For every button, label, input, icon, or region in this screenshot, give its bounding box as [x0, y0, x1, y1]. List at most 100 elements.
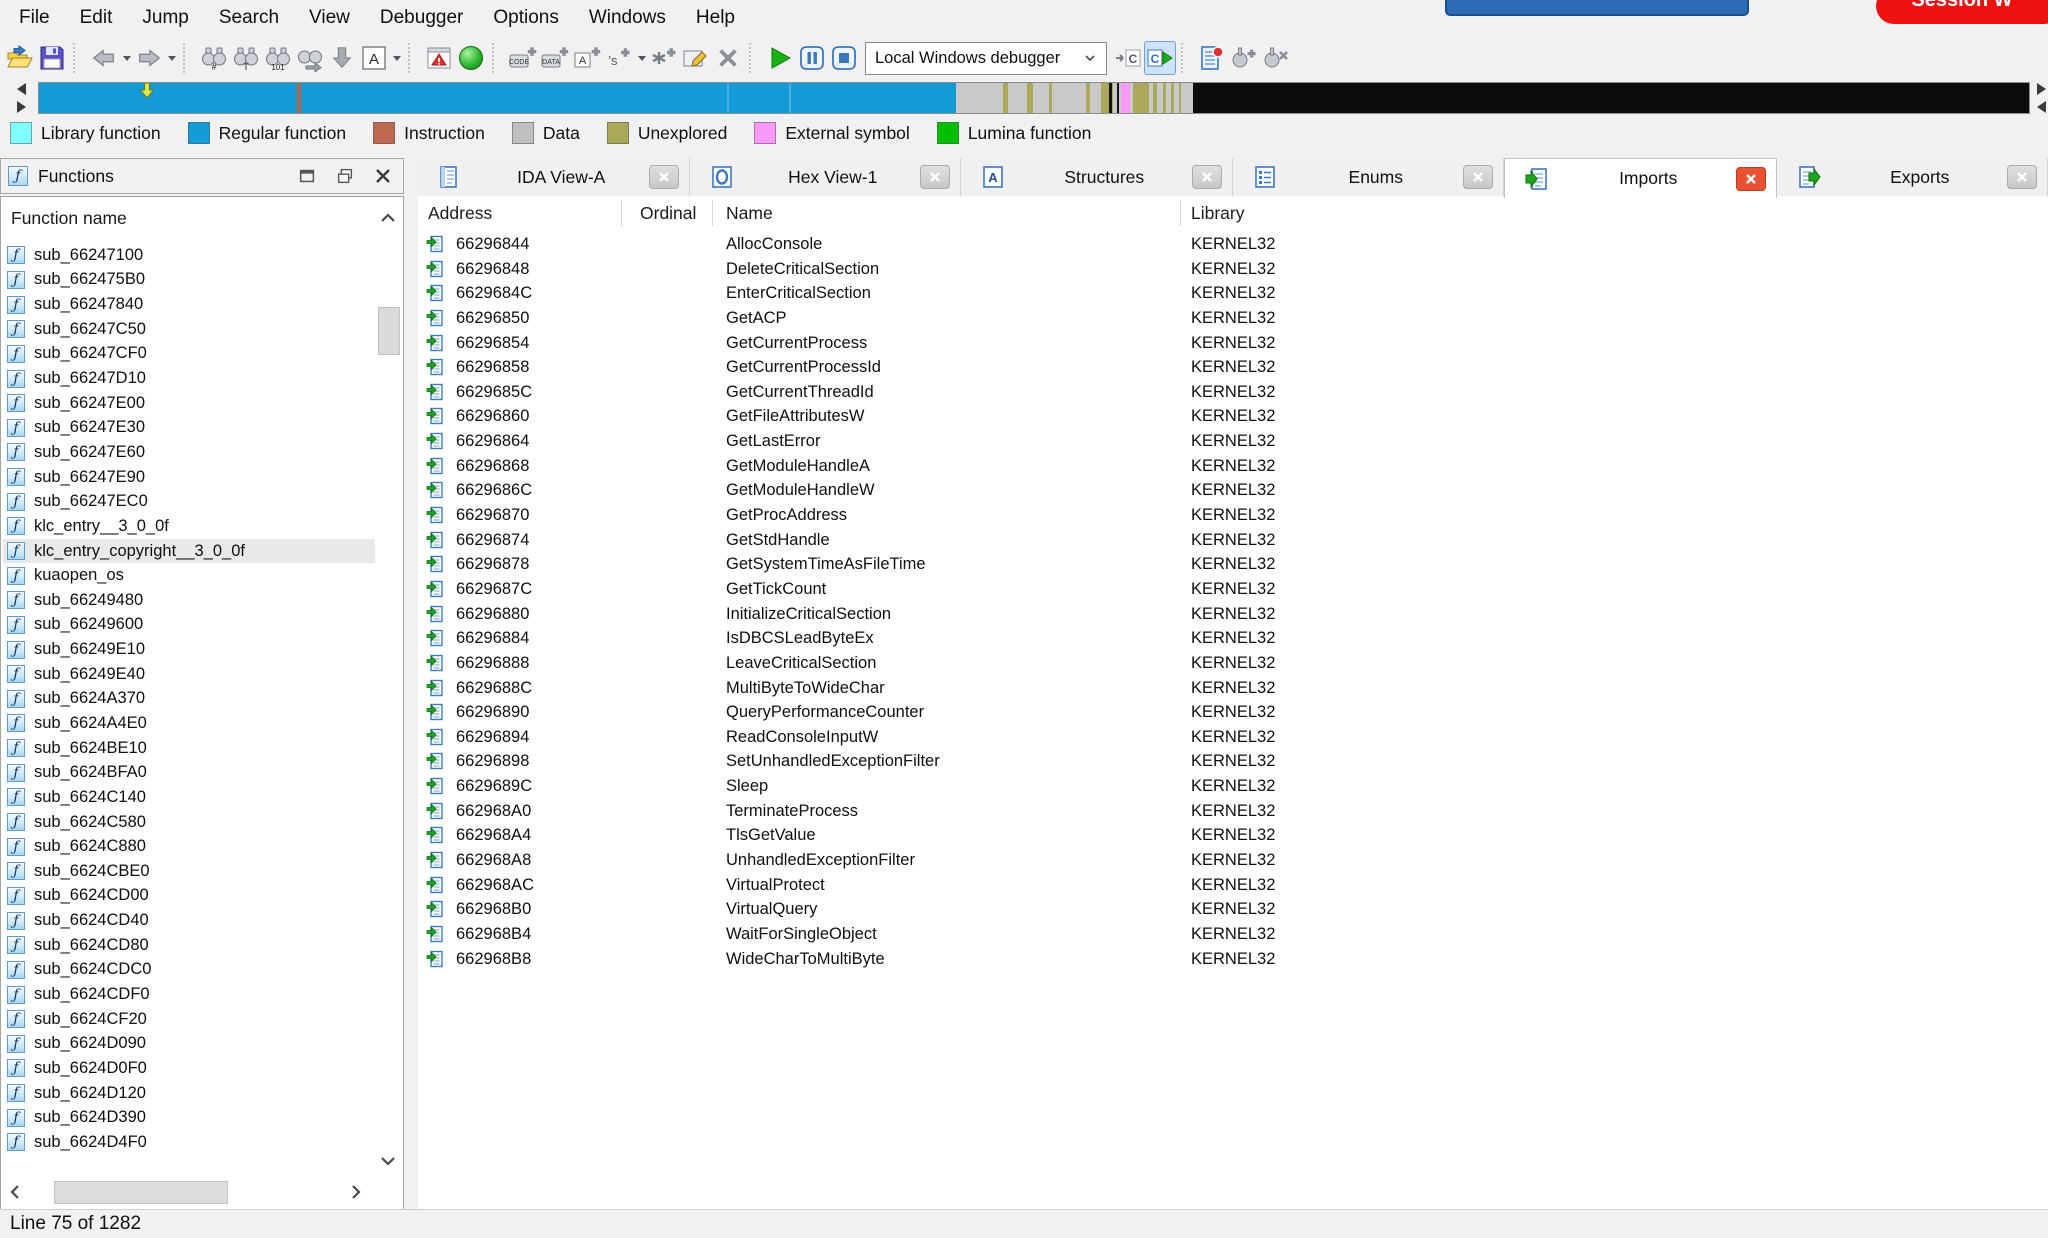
function-list-item[interactable]: ƒ sub_66247100 — [3, 243, 375, 268]
import-table-row[interactable]: 6629686C GetModuleHandleW KERNEL32 — [418, 478, 2048, 503]
function-name-column-header[interactable]: Function name — [11, 208, 127, 229]
tab-hex-view-1[interactable]: Hex View-1 — [690, 158, 962, 196]
import-table-row[interactable]: 6629687C GetTickCount KERNEL32 — [418, 577, 2048, 602]
step-into-c-button[interactable]: C — [1112, 41, 1144, 75]
text-view-dropdown[interactable] — [390, 41, 403, 75]
import-table-row[interactable]: 662968B0 VirtualQuery KERNEL32 — [418, 897, 2048, 922]
horizontal-scrollbar-thumb[interactable] — [54, 1181, 228, 1204]
function-list-item[interactable]: ƒ sub_66249600 — [3, 613, 375, 638]
import-table-row[interactable]: 66296844 AllocConsole KERNEL32 — [418, 232, 2048, 257]
column-header-name[interactable]: Name — [726, 203, 773, 224]
import-table-row[interactable]: 66296854 GetCurrentProcess KERNEL32 — [418, 331, 2048, 356]
navband-scroll-left[interactable] — [10, 83, 32, 113]
delete-breakpoint-button[interactable] — [1260, 41, 1292, 75]
function-list-item[interactable]: ƒ sub_66247D10 — [3, 366, 375, 391]
function-list-item[interactable]: ƒ sub_6624D090 — [3, 1032, 375, 1057]
import-table-row[interactable]: 66296850 GetACP KERNEL32 — [418, 306, 2048, 331]
import-table-row[interactable]: 66296898 SetUnhandledExceptionFilter KER… — [418, 749, 2048, 774]
import-table-row[interactable]: 662968A4 TlsGetValue KERNEL32 — [418, 823, 2048, 848]
tab-exports[interactable]: Exports — [1777, 158, 2048, 196]
import-table-row[interactable]: 66296858 GetCurrentProcessId KERNEL32 — [418, 355, 2048, 380]
menu-item[interactable]: Edit — [65, 0, 128, 36]
patch-button[interactable] — [648, 41, 680, 75]
function-list-item[interactable]: ƒ sub_66247E90 — [3, 465, 375, 490]
column-separator[interactable] — [1180, 200, 1181, 226]
jump-address-button[interactable] — [326, 41, 358, 75]
close-tab-button[interactable] — [649, 165, 679, 189]
text-view-button[interactable]: A — [358, 41, 390, 75]
navigate-back-dropdown[interactable] — [120, 41, 133, 75]
scroll-down-arrow[interactable] — [380, 1154, 396, 1173]
debug-stop-button[interactable] — [828, 41, 860, 75]
menu-item[interactable]: Search — [204, 0, 294, 36]
import-table-row[interactable]: 66296884 IsDBCSLeadByteEx KERNEL32 — [418, 626, 2048, 651]
scroll-left-arrow[interactable] — [8, 1184, 22, 1205]
function-list-item[interactable]: ƒ sub_6624D0F0 — [3, 1056, 375, 1081]
function-list-item[interactable]: ƒ sub_6624D120 — [3, 1081, 375, 1106]
delete-button[interactable] — [712, 41, 744, 75]
function-list-item[interactable]: ƒ sub_6624CD40 — [3, 908, 375, 933]
function-list-item[interactable]: ƒ sub_6624C880 — [3, 834, 375, 859]
debug-pause-button[interactable] — [796, 41, 828, 75]
function-list-item[interactable]: ƒ sub_6624A370 — [3, 687, 375, 712]
function-list-item[interactable]: ƒ kuaopen_os — [3, 563, 375, 588]
import-table-row[interactable]: 66296860 GetFileAttributesW KERNEL32 — [418, 404, 2048, 429]
create-code-button[interactable]: CODE — [507, 41, 539, 75]
import-table-row[interactable]: 66296870 GetProcAddress KERNEL32 — [418, 503, 2048, 528]
import-table-row[interactable]: 66296890 QueryPerformanceCounter KERNEL3… — [418, 700, 2048, 725]
function-list-item[interactable]: ƒ sub_6624C580 — [3, 810, 375, 835]
import-table-row[interactable]: 6629688C MultiByteToWideChar KERNEL32 — [418, 676, 2048, 701]
close-tab-button[interactable] — [1463, 165, 1493, 189]
import-table-row[interactable]: 6629684C EnterCriticalSection KERNEL32 — [418, 281, 2048, 306]
continue-c-button[interactable]: C — [1144, 41, 1176, 75]
search-immediate-button[interactable]: # — [198, 41, 230, 75]
column-separator[interactable] — [712, 200, 713, 226]
import-table-row[interactable]: 66296880 InitializeCriticalSection KERNE… — [418, 602, 2048, 627]
tab-ida-view-a[interactable]: IDA View-A — [418, 158, 690, 196]
function-list-item[interactable]: ƒ sub_66249480 — [3, 588, 375, 613]
save-button[interactable] — [36, 41, 68, 75]
column-header-address[interactable]: Address — [428, 203, 492, 224]
function-list-item[interactable]: ƒ klc_entry_copyright__3_0_0f — [3, 539, 375, 564]
import-table-row[interactable]: 66296868 GetModuleHandleA KERNEL32 — [418, 454, 2048, 479]
horizontal-scrollbar[interactable] — [4, 1180, 373, 1204]
column-header-ordinal[interactable]: Ordinal — [640, 203, 696, 224]
problems-list-button[interactable] — [423, 41, 455, 75]
function-list-item[interactable]: ƒ sub_6624CDC0 — [3, 958, 375, 983]
function-list-item[interactable]: ƒ sub_6624C140 — [3, 785, 375, 810]
create-struct-button[interactable]: 's — [603, 41, 635, 75]
tab-enums[interactable]: Enums — [1233, 158, 1505, 196]
menu-item[interactable]: Options — [478, 0, 573, 36]
breakpoint-list-button[interactable] — [1196, 41, 1228, 75]
function-list-item[interactable]: ƒ sub_6624CD00 — [3, 884, 375, 909]
menu-item[interactable]: Windows — [574, 0, 681, 36]
function-list-item[interactable]: ƒ sub_66247E30 — [3, 415, 375, 440]
function-list-item[interactable]: ƒ sub_66247EC0 — [3, 489, 375, 514]
function-list-item[interactable]: ƒ sub_6624BE10 — [3, 736, 375, 761]
close-tab-button[interactable] — [2007, 165, 2037, 189]
import-table-row[interactable]: 662968AC VirtualProtect KERNEL32 — [418, 873, 2048, 898]
import-table-row[interactable]: 6629685C GetCurrentThreadId KERNEL32 — [418, 380, 2048, 405]
column-header-library[interactable]: Library — [1191, 203, 1245, 224]
import-table-row[interactable]: 662968B8 WideCharToMultiByte KERNEL32 — [418, 947, 2048, 972]
function-list-item[interactable]: ƒ sub_6624A4E0 — [3, 711, 375, 736]
import-table-row[interactable]: 66296864 GetLastError KERNEL32 — [418, 429, 2048, 454]
search-next-button[interactable] — [294, 41, 326, 75]
import-table-row[interactable]: 66296848 DeleteCriticalSection KERNEL32 — [418, 257, 2048, 282]
function-list-item[interactable]: ƒ sub_66247840 — [3, 292, 375, 317]
navigation-band[interactable] — [38, 82, 2030, 114]
tab-imports[interactable]: Imports — [1504, 158, 1777, 198]
column-separator[interactable] — [621, 200, 622, 226]
import-table-row[interactable]: 66296888 LeaveCriticalSection KERNEL32 — [418, 651, 2048, 676]
maximize-panel-button[interactable] — [294, 165, 320, 187]
function-list-item[interactable]: ƒ sub_66249E40 — [3, 662, 375, 687]
menu-item[interactable]: View — [294, 0, 365, 36]
session-button[interactable]: Session W — [1876, 0, 2048, 24]
vertical-scrollbar-thumb[interactable] — [378, 307, 400, 355]
menu-item[interactable]: Debugger — [365, 0, 478, 36]
edit-button[interactable] — [680, 41, 712, 75]
navigate-forward-dropdown[interactable] — [165, 41, 178, 75]
import-table-row[interactable]: 662968B4 WaitForSingleObject KERNEL32 — [418, 922, 2048, 947]
open-file-button[interactable] — [4, 41, 36, 75]
function-list-item[interactable]: ƒ sub_6624CF20 — [3, 1007, 375, 1032]
